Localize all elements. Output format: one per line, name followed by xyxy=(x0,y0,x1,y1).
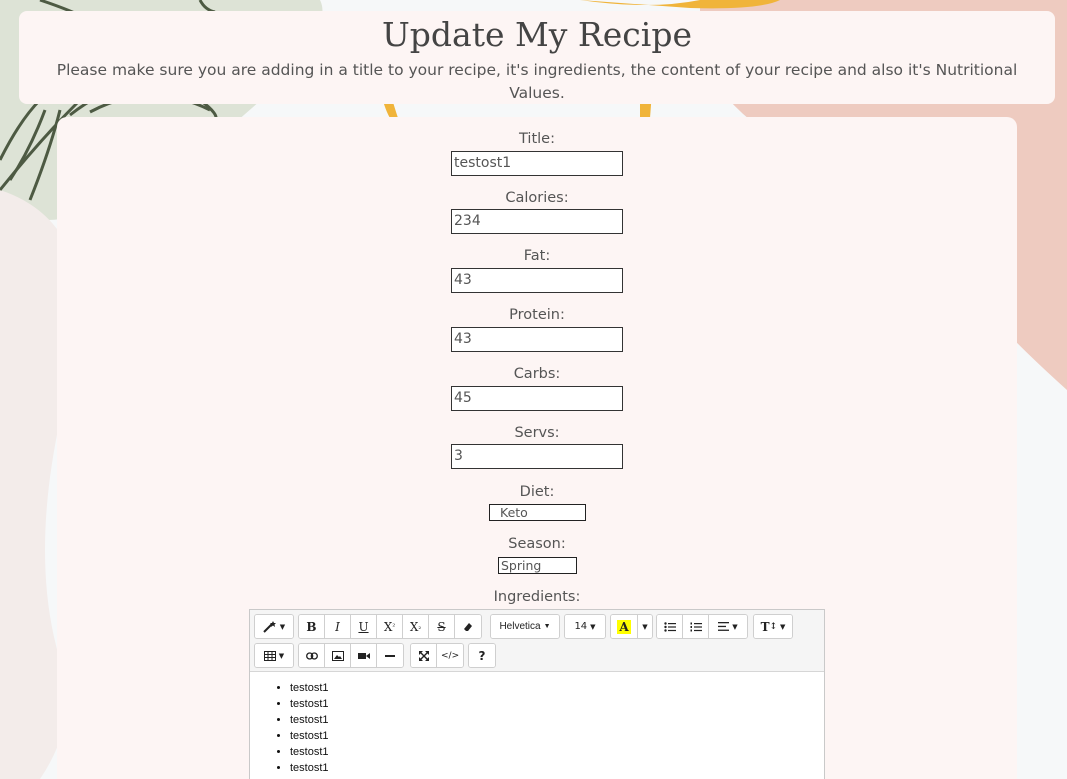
table-dropdown[interactable]: ▼ xyxy=(255,644,293,667)
subscript-button[interactable]: X₂ xyxy=(403,615,429,638)
help-group: ? xyxy=(468,643,496,668)
underline-button[interactable]: U xyxy=(351,615,377,638)
diet-select-value: Keto xyxy=(500,505,528,520)
page-title: Update My Recipe xyxy=(381,15,692,54)
clear-format-button[interactable] xyxy=(455,615,481,638)
protein-input[interactable]: 43 xyxy=(451,327,623,352)
style-group: ▼ xyxy=(254,614,294,639)
font-style-label: T xyxy=(760,619,770,634)
fat-label: Fat: xyxy=(523,248,551,264)
ingredients-editor[interactable]: ▼ B I U X² X₂ S Helvetica ▼ 14 ▼ A ▼ ▼ T… xyxy=(249,609,825,779)
fullscreen-icon xyxy=(418,650,429,661)
unordered-list-button[interactable] xyxy=(657,615,683,638)
calories-label: Calories: xyxy=(505,190,569,206)
fat-input[interactable]: 43 xyxy=(451,268,623,293)
color-group: A ▼ xyxy=(610,614,653,639)
subscript-label: X xyxy=(409,619,419,634)
font-size-label: 14 xyxy=(574,621,588,632)
style-height-group: T ↕ ▼ xyxy=(753,614,793,639)
ingredients-label: Ingredients: xyxy=(493,589,581,605)
list-item: testost1 xyxy=(290,712,824,728)
horizontal-rule-button[interactable] xyxy=(377,644,403,667)
editor-content[interactable]: testost1 testost1 testost1 testost1 test… xyxy=(250,672,824,776)
season-select-value: Spring xyxy=(501,558,542,573)
image-button[interactable] xyxy=(325,644,351,667)
diet-select[interactable]: Keto xyxy=(489,504,586,521)
list-item: testost1 xyxy=(290,760,824,776)
link-icon xyxy=(305,651,318,660)
italic-button[interactable]: I xyxy=(325,615,351,638)
superscript-label: X xyxy=(383,619,393,634)
fullscreen-button[interactable] xyxy=(411,644,437,667)
magic-wand-icon xyxy=(263,620,276,633)
text-color-icon: A xyxy=(617,619,631,634)
recipe-form: Title: testost1 Calories: 234 Fat: 43 Pr… xyxy=(57,117,1017,779)
servs-label: Servs: xyxy=(514,425,560,441)
line-height-dropdown[interactable]: T ↕ ▼ xyxy=(754,615,792,638)
help-button[interactable]: ? xyxy=(469,644,495,667)
numbered-list-icon xyxy=(690,622,702,631)
editor-toolbar: ▼ B I U X² X₂ S Helvetica ▼ 14 ▼ A ▼ ▼ T… xyxy=(250,610,824,672)
season-label: Season: xyxy=(508,536,566,552)
magic-style-button[interactable]: ▼ xyxy=(255,615,293,638)
ingredients-list: testost1 testost1 testost1 testost1 test… xyxy=(290,680,824,776)
font-size-group: 14 ▼ xyxy=(564,614,606,639)
diet-label: Diet: xyxy=(519,484,555,500)
list-item: testost1 xyxy=(290,680,824,696)
carbs-input[interactable]: 45 xyxy=(451,386,623,411)
protein-label: Protein: xyxy=(509,307,565,323)
font-format-group: B I U X² X₂ S xyxy=(298,614,482,639)
video-button[interactable] xyxy=(351,644,377,667)
carbs-label: Carbs: xyxy=(513,366,561,382)
insert-group xyxy=(298,643,404,668)
list-item: testost1 xyxy=(290,744,824,760)
servs-input[interactable]: 3 xyxy=(451,444,623,469)
table-group: ▼ xyxy=(254,643,294,668)
font-family-label: Helvetica xyxy=(499,621,541,632)
list-item: testost1 xyxy=(290,696,824,712)
title-label: Title: xyxy=(519,131,555,147)
font-size-dropdown[interactable]: 14 ▼ xyxy=(565,615,605,638)
strikethrough-button[interactable]: S xyxy=(429,615,455,638)
font-family-group: Helvetica ▼ xyxy=(490,614,560,639)
bold-button[interactable]: B xyxy=(299,615,325,638)
list-item: testost1 xyxy=(290,728,824,744)
color-dropdown-button[interactable]: ▼ xyxy=(638,615,652,638)
paragraph-group: ▼ xyxy=(656,614,748,639)
font-family-dropdown[interactable]: Helvetica ▼ xyxy=(491,615,559,638)
superscript-button[interactable]: X² xyxy=(377,615,403,638)
eraser-icon xyxy=(464,622,472,631)
ordered-list-button[interactable] xyxy=(683,615,709,638)
codeview-button[interactable]: </> xyxy=(437,644,464,667)
bullet-list-icon xyxy=(663,621,676,632)
image-icon xyxy=(331,650,344,661)
align-left-icon xyxy=(718,622,730,631)
title-input[interactable]: testost1 xyxy=(451,151,623,176)
text-color-button[interactable]: A xyxy=(611,615,638,638)
horizontal-rule-icon xyxy=(385,654,395,657)
link-button[interactable] xyxy=(299,644,325,667)
page-subtitle: Please make sure you are adding in a tit… xyxy=(56,61,1018,102)
calories-input[interactable]: 234 xyxy=(451,209,623,234)
season-select[interactable]: Spring xyxy=(498,557,577,574)
align-dropdown[interactable]: ▼ xyxy=(709,615,747,638)
misc-group: </> xyxy=(410,643,465,668)
video-icon xyxy=(357,652,370,659)
header-card: Update My Recipe Please make sure you ar… xyxy=(19,11,1055,104)
table-icon xyxy=(263,650,276,661)
